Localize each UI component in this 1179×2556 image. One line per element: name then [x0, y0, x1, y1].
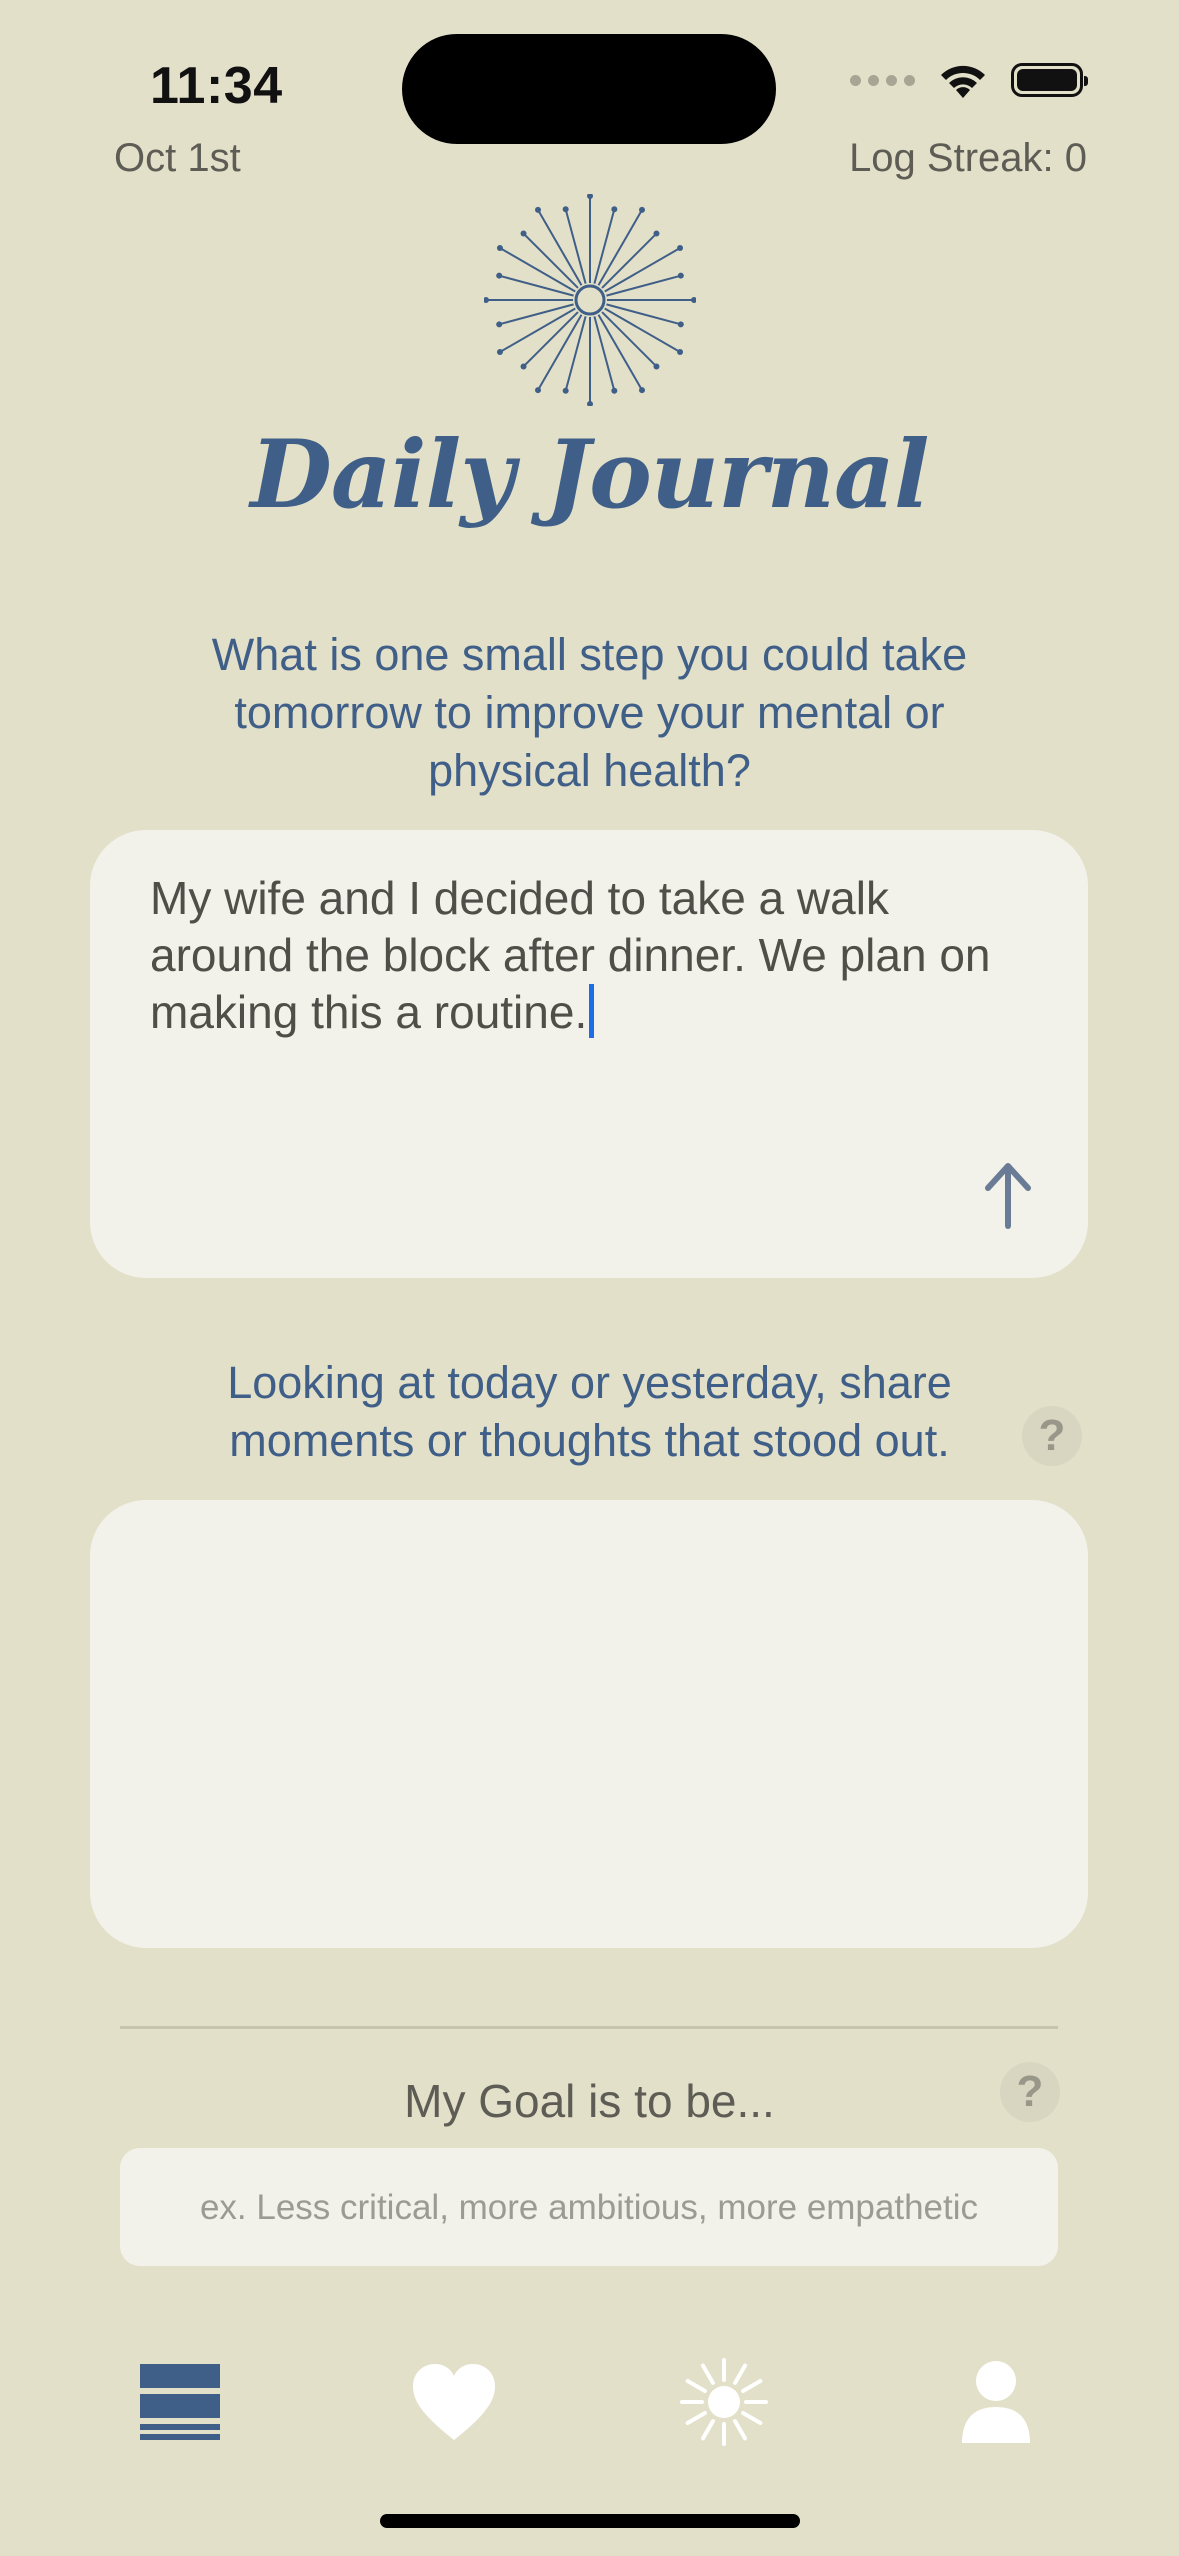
divider — [120, 2026, 1058, 2029]
goal-placeholder: ex. Less critical, more ambitious, more … — [199, 2187, 979, 2227]
arrow-up-icon[interactable] — [978, 1160, 1038, 1230]
log-streak: Log Streak: 0 — [849, 136, 1087, 180]
prompt-1-answer-value: My wife and I decided to take a walk aro… — [150, 872, 991, 1038]
journal-list-icon — [140, 2364, 220, 2440]
tab-journal[interactable] — [130, 2352, 230, 2452]
prompt-1-answer-text[interactable]: My wife and I decided to take a walk aro… — [150, 870, 1030, 1041]
dynamic-island — [402, 34, 776, 144]
prompt-2-answer-field[interactable] — [90, 1500, 1088, 1948]
prompt-1-question: What is one small step you could take to… — [211, 629, 968, 796]
tab-sun[interactable] — [674, 2352, 774, 2452]
goal-help-button[interactable]: ? — [1000, 2062, 1060, 2122]
goal-input[interactable]: ex. Less critical, more ambitious, more … — [120, 2148, 1058, 2266]
heart-icon — [413, 2364, 495, 2440]
starburst-icon — [483, 193, 697, 407]
prompt-2-help-button[interactable]: ? — [1022, 1406, 1082, 1466]
signal-dots-icon — [850, 74, 915, 86]
prompt-2-question: Looking at today or yesterday, share mom… — [227, 1357, 952, 1466]
home-indicator[interactable] — [380, 2514, 800, 2528]
status-time: 11:34 — [150, 57, 283, 115]
page-title: Daily Journal — [250, 420, 929, 530]
date-label: Oct 1st — [114, 136, 241, 180]
text-caret — [589, 984, 595, 1038]
battery-icon — [1011, 63, 1088, 97]
profile-icon — [962, 2361, 1030, 2443]
sun-icon — [680, 2358, 768, 2446]
tab-heart[interactable] — [404, 2352, 504, 2452]
tab-profile[interactable] — [946, 2352, 1046, 2452]
status-icons — [850, 60, 1088, 100]
wifi-icon — [941, 65, 985, 98]
